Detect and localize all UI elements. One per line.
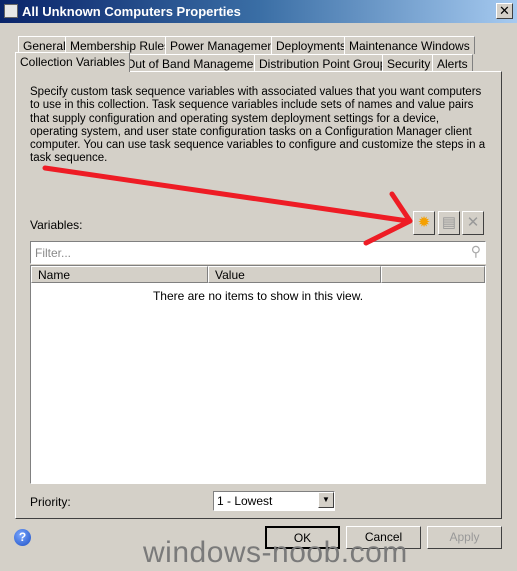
red-arrow-annotation — [42, 165, 413, 246]
